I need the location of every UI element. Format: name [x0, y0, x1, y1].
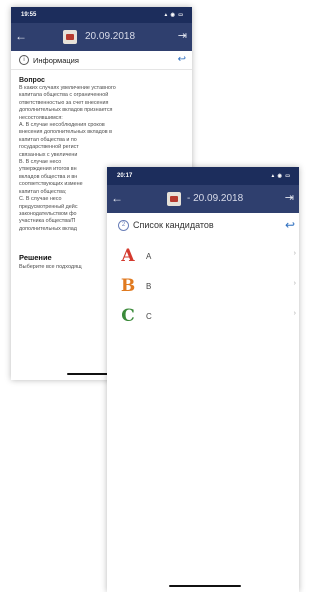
option-line: связанных с увеличени [19, 151, 78, 158]
exit-icon[interactable]: ⇥ [285, 191, 294, 205]
question-line: ответственностью за счет внесения [19, 99, 109, 106]
info-icon: 2 [118, 219, 129, 231]
candidate-item-a[interactable]: A A › [107, 241, 299, 271]
candidate-c-icon: C [121, 306, 135, 326]
status-time: 19:55 [21, 12, 37, 18]
status-icons: ▴ ◉ ▭ [164, 12, 184, 18]
status-bar: 19:55 ▴ ◉ ▭ [11, 7, 192, 23]
back-arrow-icon[interactable]: ← [15, 29, 27, 43]
chevron-right-icon: › [293, 280, 296, 287]
candidate-a-icon: A [121, 246, 135, 266]
question-line: дополнительных вкладов признается [19, 107, 113, 114]
header-date: - 20.09.2018 [187, 193, 244, 204]
app-logo [63, 30, 77, 44]
status-icons: ▴ ◉ ▭ [271, 173, 291, 179]
return-arrow-icon[interactable]: ↩ [285, 218, 295, 232]
status-bar: 20:17 ▴ ◉ ▭ [107, 167, 299, 185]
chevron-right-icon: › [293, 310, 296, 317]
question-line: несостоявшимся: [19, 114, 63, 121]
candidate-label: A [146, 251, 152, 261]
option-line: В. В случае несо [19, 159, 62, 166]
candidate-item-b[interactable]: B B › [107, 271, 299, 301]
option-line: А. В случае несоблюдения сроков [19, 122, 105, 129]
question-line: капитала общества с ограниченной [19, 92, 109, 99]
return-arrow-icon[interactable]: ↩ [178, 54, 186, 65]
header-date: 20.09.2018 [85, 31, 136, 42]
information-title: Информация [33, 55, 79, 65]
information-header: i Информация ↩ [11, 51, 192, 70]
home-indicator[interactable] [169, 585, 241, 587]
back-arrow-icon[interactable]: ← [111, 191, 123, 205]
candidate-label: B [146, 281, 152, 291]
option-line: внесения дополнительных вкладов в [19, 129, 113, 136]
candidate-label: C [146, 311, 152, 321]
candidates-title: Список кандидатов [133, 220, 214, 230]
candidate-item-c[interactable]: C C › [107, 301, 299, 331]
app-bar: ← 20.09.2018 ⇥ [11, 23, 192, 51]
candidate-list: A A › B B › C C › [107, 241, 299, 331]
status-time: 20:17 [117, 173, 133, 179]
candidates-header: 2 Список кандидатов ↩ [107, 213, 299, 237]
question-title: Вопрос [19, 77, 45, 84]
app-logo [167, 192, 181, 206]
phone-screen-candidates: 20:17 ▴ ◉ ▭ ← - 20.09.2018 ⇥ 2 Список ка… [107, 167, 299, 592]
option-line: государственной регист [19, 144, 79, 151]
app-bar: ← - 20.09.2018 ⇥ [107, 185, 299, 213]
info-icon: i [19, 55, 29, 65]
candidate-b-icon: B [120, 276, 136, 296]
exit-icon[interactable]: ⇥ [178, 29, 187, 43]
chevron-right-icon: › [293, 250, 296, 257]
